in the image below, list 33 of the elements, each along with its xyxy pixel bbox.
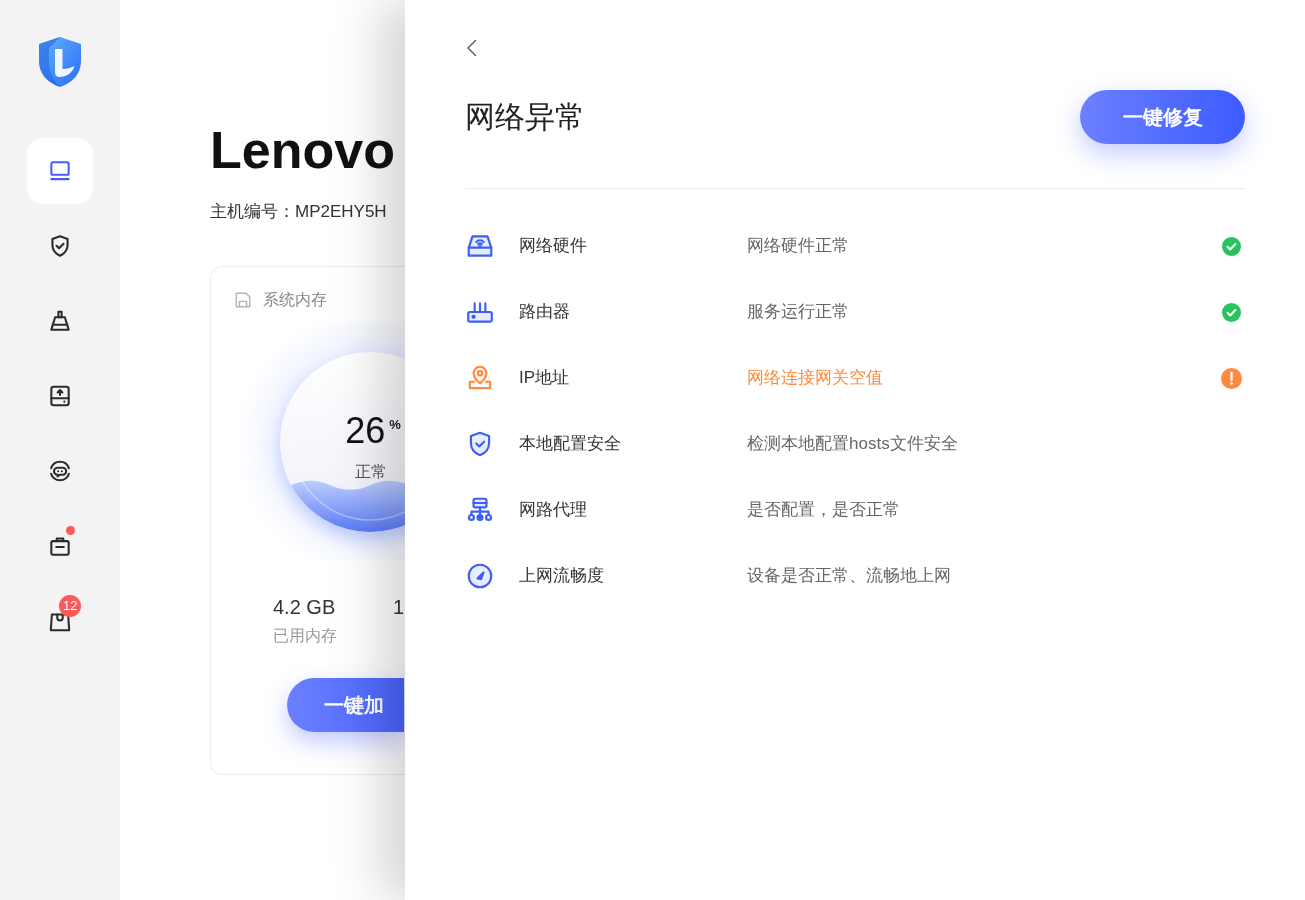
check-name: 路由器 (519, 301, 571, 323)
speed-gauge-icon (465, 561, 495, 591)
drawer-title: 网络异常 (465, 99, 585, 135)
chevron-left-icon (466, 39, 478, 57)
brush-icon (47, 308, 73, 334)
count-badge: 12 (59, 595, 82, 617)
check-detail: 网络连接网关空值 (747, 367, 884, 389)
gauge-value: 26 (345, 411, 386, 451)
check-detail: 是否配置，是否正常 (747, 499, 901, 521)
drive-upload-icon (47, 383, 73, 409)
gauge-status: 正常 (355, 462, 387, 482)
check-name: 本地配置安全 (519, 433, 622, 455)
device-serial: 主机编号：MP2EHY5H (210, 201, 388, 223)
stat-value: 1 (393, 595, 405, 619)
shield-logo-icon (37, 36, 83, 88)
chat-circle-icon (47, 458, 73, 484)
speed-up-button[interactable]: 一键加 (287, 678, 404, 732)
stat-value: 4.2 GB (273, 595, 337, 619)
check-name: IP地址 (519, 367, 571, 389)
back-button[interactable] (465, 38, 479, 58)
check-detail: 服务运行正常 (747, 301, 850, 323)
sidebar-item[interactable]: 12 (27, 588, 93, 654)
repair-button[interactable]: 一键修复 (1080, 90, 1245, 144)
gauge-unit: % (389, 417, 401, 433)
stat-label: 已用内存 (273, 626, 338, 646)
check-name: 网络硬件 (519, 235, 588, 257)
card-title: 系统内存 (263, 290, 327, 310)
check-detail: 网络硬件正常 (747, 235, 850, 257)
check-detail: 检测本地配置hosts文件安全 (747, 433, 959, 455)
check-name: 网路代理 (519, 499, 588, 521)
device-name: Lenovo (210, 122, 396, 178)
check-name: 上网流畅度 (519, 565, 605, 587)
check-detail: 设备是否正常、流畅地上网 (747, 565, 952, 587)
